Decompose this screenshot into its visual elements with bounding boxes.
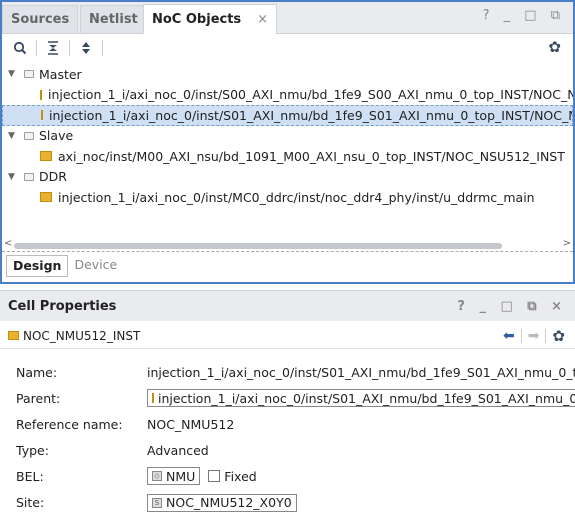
- instance-icon: [152, 393, 154, 403]
- tree-toolbar: ✿: [2, 34, 573, 62]
- tree-item-label: injection_1_i/axi_noc_0/inst/S01_AXI_nmu…: [49, 107, 572, 123]
- cell-properties-header: Cell Properties ? _ □ ⧉ ×: [0, 291, 575, 321]
- selected-cell-bar: NOC_NMU512_INST ⬅ ➡ ✿: [0, 323, 575, 349]
- tree-group-label: DDR: [39, 169, 67, 185]
- parent-link[interactable]: injection_1_i/axi_noc_0/inst/S01_AXI_nmu…: [147, 389, 575, 407]
- properties-list: Name: injection_1_i/axi_noc_0/inst/S01_A…: [16, 359, 575, 515]
- back-arrow-icon[interactable]: ⬅: [503, 328, 515, 344]
- instance-icon: [40, 192, 52, 203]
- tree-item[interactable]: injection_1_i/axi_noc_0/inst/MC0_ddrc/in…: [2, 187, 573, 208]
- tab-noc-objects-label: NoC Objects: [152, 12, 242, 27]
- tree-group-slave[interactable]: ▼ Slave: [2, 126, 573, 147]
- property-value: NMU: [166, 468, 196, 484]
- nav-separator: [520, 329, 522, 343]
- property-value: Advanced: [147, 442, 209, 458]
- property-label: Parent:: [16, 390, 61, 406]
- tab-design[interactable]: Design: [6, 255, 69, 277]
- property-row-site: Site: S NOC_NMU512_X0Y0: [16, 489, 575, 515]
- fixed-checkbox[interactable]: [208, 470, 221, 482]
- view-tabs: Design Device: [6, 255, 123, 277]
- collapse-all-icon[interactable]: [43, 38, 63, 58]
- window-controls[interactable]: ? _ □ ⧉ ×: [457, 299, 567, 314]
- property-label: Type:: [16, 442, 49, 458]
- instance-icon: [8, 331, 19, 340]
- property-row-parent: Parent: injection_1_i/axi_noc_0/inst/S01…: [16, 385, 575, 411]
- property-label: BEL:: [16, 468, 44, 484]
- tree-group-ddr[interactable]: ▼ DDR: [2, 167, 573, 188]
- instance-icon: [41, 110, 43, 121]
- property-row-bel: BEL: ◇ NMU Fixed: [16, 463, 575, 489]
- folder-icon: [24, 172, 34, 181]
- horizontal-scrollbar[interactable]: < >: [2, 238, 573, 252]
- folder-icon: [24, 70, 34, 79]
- site-link[interactable]: S NOC_NMU512_X0Y0: [147, 493, 297, 512]
- tree-group-master[interactable]: ▼ Master: [2, 64, 573, 85]
- panel-title: Cell Properties: [8, 298, 117, 314]
- toolbar-separator: [36, 40, 37, 56]
- tree-item-selected[interactable]: injection_1_i/axi_noc_0/inst/S01_AXI_nmu…: [2, 105, 573, 126]
- bel-icon: ◇: [152, 471, 162, 481]
- instance-icon: [40, 89, 42, 100]
- noc-objects-panel: Sources Netlist NoC Objects × ? _ □ ⧉ ✿ …: [0, 0, 575, 284]
- tab-noc-objects[interactable]: NoC Objects ×: [143, 4, 278, 34]
- tab-netlist[interactable]: Netlist: [80, 5, 147, 33]
- scroll-left-icon[interactable]: <: [4, 238, 12, 249]
- expand-all-icon[interactable]: [76, 38, 96, 58]
- property-label: Site:: [16, 494, 45, 510]
- tree-group-label: Master: [39, 66, 82, 82]
- search-icon[interactable]: [10, 38, 30, 58]
- tree-group-label: Slave: [39, 128, 74, 144]
- selected-cell-name: NOC_NMU512_INST: [23, 328, 141, 343]
- navigation-controls: ⬅ ➡ ✿: [503, 327, 565, 345]
- chevron-down-icon[interactable]: ▼: [8, 69, 20, 79]
- toolbar-separator: [102, 40, 103, 56]
- tree-item[interactable]: injection_1_i/axi_noc_0/inst/S00_AXI_nmu…: [2, 85, 573, 106]
- window-controls[interactable]: ? _ □ ⧉: [483, 8, 565, 23]
- chevron-down-icon[interactable]: ▼: [8, 172, 20, 182]
- gear-icon[interactable]: ✿: [552, 327, 565, 345]
- close-tab-icon[interactable]: ×: [257, 12, 268, 27]
- tree-item-label: axi_noc/inst/M00_AXI_nsu/bd_1091_M00_AXI…: [58, 148, 565, 164]
- property-row-name: Name: injection_1_i/axi_noc_0/inst/S01_A…: [16, 359, 575, 385]
- folder-icon: [24, 131, 34, 140]
- site-icon: S: [152, 497, 162, 508]
- cell-properties-panel: Cell Properties ? _ □ ⧉ × NOC_NMU512_INS…: [0, 290, 575, 514]
- scrollbar-thumb[interactable]: [14, 243, 502, 249]
- gear-icon[interactable]: ✿: [548, 38, 561, 56]
- property-label: Reference name:: [16, 416, 123, 432]
- tree-item-label: injection_1_i/axi_noc_0/inst/MC0_ddrc/in…: [58, 189, 535, 205]
- forward-arrow-icon[interactable]: ➡: [528, 328, 540, 344]
- scroll-right-icon[interactable]: >: [563, 238, 571, 249]
- noc-object-tree: ▼ Master injection_1_i/axi_noc_0/inst/S0…: [2, 64, 573, 208]
- property-value: NOC_NMU512_X0Y0: [166, 495, 292, 510]
- toolbar-separator: [69, 40, 70, 56]
- property-label: Name:: [16, 364, 58, 380]
- tree-item[interactable]: axi_noc/inst/M00_AXI_nsu/bd_1091_M00_AXI…: [2, 146, 573, 167]
- tab-sources-label: Sources: [11, 12, 70, 27]
- property-row-type: Type: Advanced: [16, 437, 575, 463]
- instance-icon: [40, 151, 52, 162]
- fixed-label: Fixed: [224, 468, 257, 484]
- tab-netlist-label: Netlist: [89, 12, 138, 27]
- tab-sources[interactable]: Sources: [2, 5, 79, 33]
- property-value: injection_1_i/axi_noc_0/inst/S01_AXI_nmu…: [158, 390, 575, 406]
- chevron-down-icon[interactable]: ▼: [8, 131, 20, 141]
- nav-separator: [545, 329, 547, 343]
- property-row-reference-name: Reference name: NOC_NMU512: [16, 411, 575, 437]
- tab-device[interactable]: Device: [68, 255, 123, 277]
- property-value: NOC_NMU512: [147, 416, 235, 432]
- bel-link[interactable]: ◇ NMU: [147, 467, 201, 485]
- tree-item-label: injection_1_i/axi_noc_0/inst/S00_AXI_nmu…: [48, 87, 573, 103]
- panel-tab-bar: Sources Netlist NoC Objects × ? _ □ ⧉: [2, 2, 573, 34]
- property-value: injection_1_i/axi_noc_0/inst/S01_AXI_nmu…: [147, 364, 575, 380]
